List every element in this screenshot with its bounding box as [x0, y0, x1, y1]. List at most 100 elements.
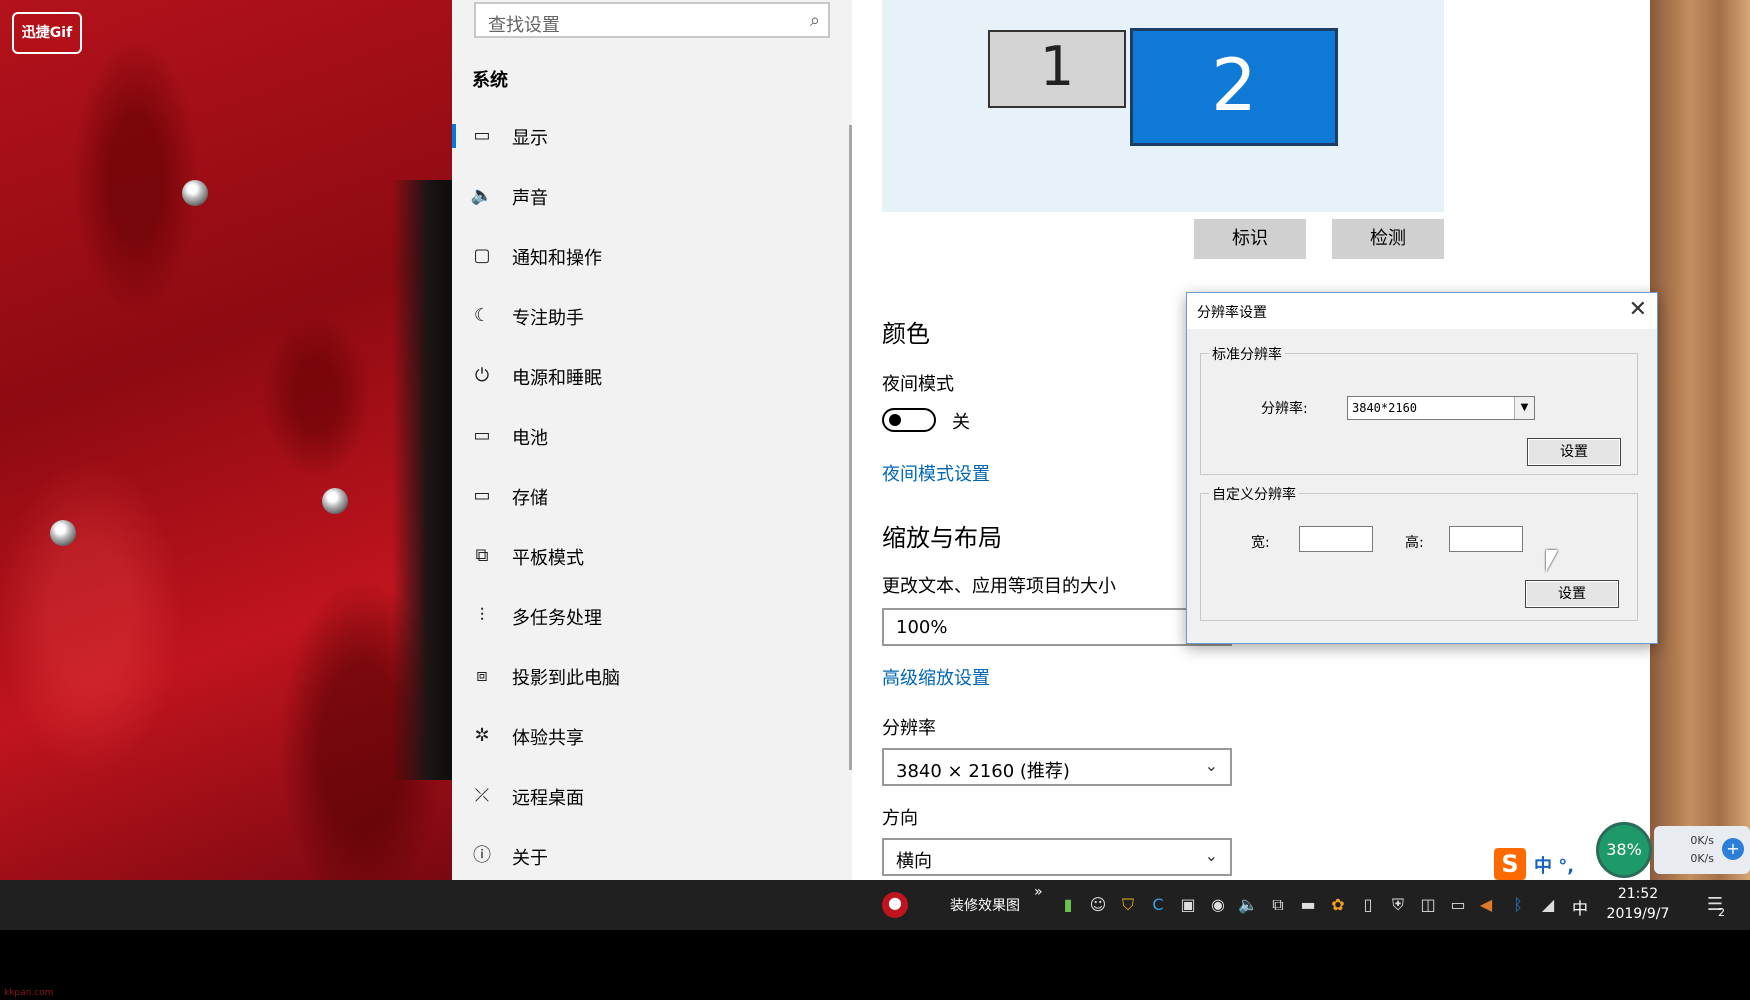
sidebar-item-tablet[interactable]: ⧉ 平板模式	[452, 532, 850, 580]
sidebar-item-remote[interactable]: ⤫ 远程桌面	[452, 772, 850, 820]
sidebar-item-label: 电池	[512, 428, 548, 449]
battery-icon: ▭	[473, 425, 491, 446]
sidebar-item-shared[interactable]: ✲ 体验共享	[452, 712, 850, 760]
clock-date: 2019/9/7	[1606, 906, 1670, 922]
download-speed: 0K/s	[1690, 852, 1714, 865]
resolution-combo[interactable]: 3840*2160 ▼	[1347, 396, 1535, 420]
sidebar-item-battery[interactable]: ▭ 电池	[452, 412, 850, 460]
gear-icon[interactable]: ✿	[1328, 894, 1348, 916]
resolution-combo-value: 3840*2160	[1352, 401, 1418, 415]
advanced-scale-link[interactable]: 高级缩放设置	[882, 664, 990, 690]
sidebar-item-label: 声音	[512, 188, 548, 209]
usb-icon[interactable]: ▯	[1358, 894, 1378, 916]
cpu-gauge[interactable]: 38%	[1596, 822, 1652, 878]
tablet-icon: ⧉	[475, 545, 489, 566]
monitor-2[interactable]: 2	[1130, 28, 1338, 146]
defender-icon[interactable]: ⛨	[1388, 894, 1408, 916]
height-input[interactable]	[1449, 526, 1523, 552]
screen: 迅捷Gif 查找设置 ⌕ 系统 ▭ 显示 🔈 声音 ▢ 通知和操作 ☾ 专注助手…	[0, 0, 1750, 1000]
record-icon[interactable]: ◉	[1208, 894, 1228, 916]
sogou-icon[interactable]: S	[1494, 848, 1526, 880]
add-icon[interactable]: +	[1722, 838, 1744, 860]
sidebar-item-display[interactable]: ▭ 显示	[452, 112, 850, 160]
speaker-tray-icon[interactable]: ◀	[1476, 894, 1496, 916]
mouse-cursor-icon	[1546, 550, 1558, 572]
wallpaper-right	[1650, 0, 1750, 880]
sidebar-item-focus-assist[interactable]: ☾ 专注助手	[452, 292, 850, 340]
chevron-down-icon: ⌄	[1204, 846, 1218, 865]
app-icon[interactable]: ●	[882, 892, 908, 918]
bluetooth-icon[interactable]: ᛒ	[1508, 894, 1528, 916]
resolution-field-label: 分辨率:	[1261, 401, 1308, 417]
sidebar-item-about[interactable]: ⓘ 关于	[452, 832, 850, 880]
group-caption: 自定义分辨率	[1209, 484, 1299, 504]
share-icon: ✲	[474, 725, 490, 746]
user-tray-icon[interactable]: ☺	[1088, 894, 1108, 916]
keyboard-icon[interactable]: ▬	[1298, 894, 1318, 916]
sidebar-item-multitasking[interactable]: ⫶ 多任务处理	[452, 592, 850, 640]
set-standard-button[interactable]: 设置	[1527, 438, 1621, 466]
resolution-select[interactable]: 3840 × 2160 (推荐) ⌄	[882, 748, 1232, 786]
action-center-icon[interactable]: ☰	[1700, 894, 1730, 916]
orientation-value: 横向	[896, 851, 932, 872]
input-method-indicator[interactable]: 中	[1572, 895, 1588, 919]
night-mode-state: 关	[952, 412, 970, 433]
speaker-icon: 🔈	[470, 185, 494, 206]
computer-icon[interactable]: ▭	[1448, 894, 1468, 916]
volume-icon[interactable]: 🔈	[1238, 894, 1258, 916]
resolution-value: 3840 × 2160 (推荐)	[896, 761, 1070, 782]
scale-heading: 缩放与布局	[882, 524, 1002, 552]
taskbar-app-label[interactable]: 装修效果图	[950, 895, 1020, 915]
orientation-select[interactable]: 横向 ⌄	[882, 838, 1232, 876]
battery-tray-icon[interactable]: ▮	[1058, 894, 1078, 916]
search-icon[interactable]: ⌕	[810, 10, 820, 31]
network-share-icon[interactable]: ⧉	[1268, 894, 1288, 916]
ime-mode[interactable]: 中 °,	[1534, 852, 1574, 878]
more-icon[interactable]: »	[1034, 884, 1043, 900]
sidebar-item-label: 显示	[512, 128, 548, 149]
taskbar: ● 装修效果图 » ▮ ☺ ⛉ C ▣ ◉ 🔈 ⧉ ▬ ✿ ▯ ⛨ ◫ ▭ ◀ …	[0, 880, 1750, 930]
storage-icon: ▭	[473, 485, 491, 506]
sidebar-item-label: 远程桌面	[512, 788, 584, 809]
close-icon[interactable]: ✕	[1629, 297, 1647, 322]
color-heading: 颜色	[882, 320, 930, 348]
dropdown-arrow-icon[interactable]: ▼	[1514, 397, 1534, 419]
wifi-icon[interactable]: ◢	[1538, 894, 1558, 916]
dialog-titlebar[interactable]: 分辨率设置 ✕	[1187, 293, 1657, 329]
c-app-icon[interactable]: C	[1148, 894, 1168, 916]
night-mode-toggle[interactable]	[882, 408, 936, 432]
sidebar-item-label: 电源和睡眠	[512, 368, 602, 389]
sidebar-item-project[interactable]: ⧈ 投影到此电脑	[452, 652, 850, 700]
set-custom-button[interactable]: 设置	[1525, 580, 1619, 608]
detect-button[interactable]: 检测	[1332, 219, 1444, 259]
search-input[interactable]: 查找设置 ⌕	[474, 2, 830, 38]
network-speed-widget[interactable]: 0K/s 0K/s +	[1654, 826, 1750, 874]
monitor-layout: 1 2	[882, 0, 1444, 212]
monitor-tray-icon[interactable]: ▣	[1178, 894, 1198, 916]
scale-value: 100%	[896, 617, 948, 638]
notification-count: 2	[1718, 906, 1725, 919]
sidebar-item-label: 投影到此电脑	[512, 668, 620, 689]
night-mode-label: 夜间模式	[882, 374, 954, 395]
sidebar-item-power[interactable]: ⏻ 电源和睡眠	[452, 352, 850, 400]
wallpaper-left	[0, 0, 452, 880]
night-mode-settings-link[interactable]: 夜间模式设置	[882, 460, 990, 486]
clock[interactable]: 21:52 2019/9/7	[1600, 884, 1676, 924]
display-tray-icon[interactable]: ◫	[1418, 894, 1438, 916]
letterbox	[0, 930, 1750, 1000]
search-placeholder: 查找设置	[488, 15, 560, 36]
shield-icon[interactable]: ⛉	[1118, 894, 1138, 916]
standard-resolution-group: 标准分辨率 分辨率: 3840*2160 ▼ 设置	[1200, 344, 1638, 475]
sidebar-item-notifications[interactable]: ▢ 通知和操作	[452, 232, 850, 280]
scale-label: 更改文本、应用等项目的大小	[882, 576, 1116, 597]
sidebar-item-storage[interactable]: ▭ 存储	[452, 472, 850, 520]
sidebar-item-sound[interactable]: 🔈 声音	[452, 172, 850, 220]
sidebar-item-label: 多任务处理	[512, 608, 602, 629]
monitor-1[interactable]: 1	[988, 30, 1126, 108]
gif-logo: 迅捷Gif	[12, 12, 82, 54]
scale-select[interactable]: 100%	[882, 608, 1232, 646]
identify-button[interactable]: 标识	[1194, 219, 1306, 259]
sofa-stud	[50, 520, 76, 546]
width-input[interactable]	[1299, 526, 1373, 552]
height-label: 高:	[1405, 535, 1424, 551]
